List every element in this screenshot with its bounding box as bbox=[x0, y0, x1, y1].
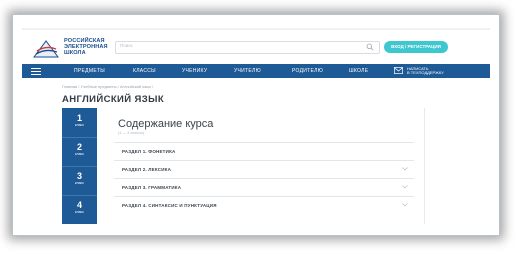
section-label: РАЗДЕЛ 2. ЛЕКСИКА bbox=[122, 167, 172, 172]
logo-text: РОССИЙСКАЯ ЭЛЕКТРОННАЯ ШКОЛА bbox=[64, 38, 108, 57]
breadcrumb[interactable]: Главная / Учебные предметы / Английский … bbox=[62, 84, 153, 89]
grade-number: 4 bbox=[76, 200, 82, 210]
section-row-1[interactable]: РАЗДЕЛ 1. ФОНЕТИКА bbox=[114, 142, 414, 161]
section-label: РАЗДЕЛ 3. ГРАММАТИКА bbox=[122, 185, 182, 190]
login-button[interactable]: ВХОД / РЕГИСТРАЦИЯ bbox=[384, 41, 448, 53]
grade-1[interactable]: 1 класс bbox=[62, 108, 97, 134]
chevron-down-icon[interactable] bbox=[402, 203, 408, 207]
search-icon[interactable] bbox=[366, 43, 374, 51]
chevron-down-icon[interactable] bbox=[402, 167, 408, 171]
menu-icon[interactable] bbox=[31, 68, 41, 75]
main-nav: ПРЕДМЕТЫ КЛАССЫ УЧЕНИКУ УЧИТЕЛЮ РОДИТЕЛЮ… bbox=[22, 64, 490, 78]
nav-item-parent[interactable]: РОДИТЕЛЮ bbox=[292, 64, 323, 78]
content-divider bbox=[424, 108, 425, 224]
logo-line-3: ШКОЛА bbox=[64, 50, 86, 57]
course-content: Содержание курса (1 — 4 классы) РАЗДЕЛ 1… bbox=[104, 108, 424, 224]
content-subtitle: (1 — 4 классы) bbox=[118, 131, 145, 135]
content-title: Содержание курса bbox=[118, 118, 214, 130]
grade-label: класс bbox=[74, 181, 85, 185]
grade-3[interactable]: 3 класс bbox=[62, 166, 97, 192]
support-line-2: В ТЕХПОДДЕРЖКУ bbox=[407, 70, 444, 76]
support-link[interactable]: НАПИСАТЬ В ТЕХПОДДЕРЖКУ bbox=[407, 66, 444, 76]
grade-label: класс bbox=[74, 210, 85, 214]
section-label: РАЗДЕЛ 4. СИНТАКСИС И ПУНКТУАЦИЯ bbox=[122, 203, 217, 208]
grade-number: 1 bbox=[76, 113, 82, 123]
section-row-3[interactable]: РАЗДЕЛ 3. ГРАММАТИКА bbox=[114, 178, 414, 197]
section-row-2[interactable]: РАЗДЕЛ 2. ЛЕКСИКА bbox=[114, 160, 414, 179]
page-title: АНГЛИЙСКИЙ ЯЗЫК bbox=[62, 94, 165, 105]
search-input[interactable]: Поиск bbox=[115, 41, 380, 54]
nav-item-student[interactable]: УЧЕНИКУ bbox=[182, 64, 207, 78]
grade-4[interactable]: 4 класс bbox=[62, 195, 97, 221]
section-row-4[interactable]: РАЗДЕЛ 4. СИНТАКСИС И ПУНКТУАЦИЯ bbox=[114, 196, 414, 215]
nav-item-teacher[interactable]: УЧИТЕЛЮ bbox=[234, 64, 261, 78]
chevron-down-icon[interactable] bbox=[402, 185, 408, 189]
section-label: РАЗДЕЛ 1. ФОНЕТИКА bbox=[122, 149, 176, 154]
nav-item-school[interactable]: ШКОЛЕ bbox=[349, 64, 368, 78]
search-placeholder: Поиск bbox=[120, 43, 133, 48]
grade-label: класс bbox=[74, 152, 85, 156]
mail-icon[interactable] bbox=[394, 67, 403, 74]
grade-number: 3 bbox=[76, 171, 82, 181]
grade-number: 2 bbox=[76, 142, 82, 152]
logo-icon[interactable] bbox=[32, 37, 60, 61]
grade-2[interactable]: 2 класс bbox=[62, 137, 97, 163]
nav-item-subjects[interactable]: ПРЕДМЕТЫ bbox=[74, 64, 105, 78]
nav-item-classes[interactable]: КЛАССЫ bbox=[133, 64, 156, 78]
site-header: РОССИЙСКАЯ ЭЛЕКТРОННАЯ ШКОЛА Поиск ВХОД … bbox=[22, 30, 490, 64]
grade-label: класс bbox=[74, 123, 85, 127]
grade-selector: 1 класс 2 класс 3 класс 4 класс bbox=[62, 108, 97, 224]
